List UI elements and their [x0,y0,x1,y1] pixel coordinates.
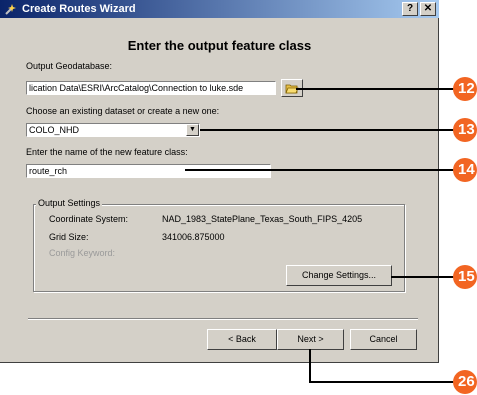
callout-line-13 [200,129,459,131]
title-bar: Create Routes Wizard ? ✕ [0,0,439,18]
back-button[interactable]: < Back [207,329,277,350]
coord-system-label: Coordinate System: [49,214,129,224]
callout-line-15 [391,276,459,278]
output-gdb-label: Output Geodatabase: [26,61,113,71]
config-keyword-label: Config Keyword: [49,248,116,258]
callout-badge-14: 14 [453,158,477,182]
next-button[interactable]: Next > [277,329,344,350]
change-settings-button[interactable]: Change Settings... [286,265,392,286]
dataset-select[interactable]: COLO_NHD [26,123,200,137]
callout-line-14 [185,169,459,171]
output-settings-legend: Output Settings [36,198,103,209]
callout-line-26-vertical [309,349,311,382]
feature-class-input[interactable]: route_rch [26,164,271,178]
callout-line-26-horizontal [309,381,459,383]
help-button[interactable]: ? [402,2,418,16]
close-button[interactable]: ✕ [420,2,436,16]
grid-size-label: Grid Size: [49,232,89,242]
chevron-down-icon[interactable]: ▼ [186,124,199,136]
coord-system-value: NAD_1983_StatePlane_Texas_South_FIPS_420… [162,214,363,224]
wizard-icon [5,4,16,15]
separator [28,318,418,320]
callout-badge-12: 12 [453,77,477,101]
page-heading: Enter the output feature class [127,38,312,53]
cancel-button[interactable]: Cancel [350,329,417,350]
callout-badge-26: 26 [453,370,477,394]
dataset-label: Choose an existing dataset or create a n… [26,106,220,116]
callout-badge-15: 15 [453,265,477,289]
callout-line-12 [296,88,459,90]
callout-badge-13: 13 [453,118,477,142]
feature-class-label: Enter the name of the new feature class: [26,147,188,157]
grid-size-value: 341006.875000 [162,232,225,242]
window-title: Create Routes Wizard [22,3,136,15]
wizard-window: Create Routes Wizard ? ✕ Enter the outpu… [0,0,439,363]
output-gdb-input[interactable]: lication Data\ESRI\ArcCatalog\Connection… [26,81,276,95]
